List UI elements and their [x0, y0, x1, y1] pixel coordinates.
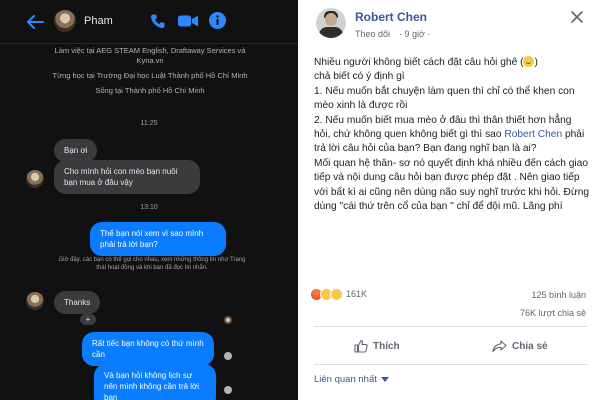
profile-location: Sống tại Thành phố Hồ Chí Minh	[95, 86, 205, 95]
message-sent[interactable]: Và bạn hỏi không lịch sự nên mình không …	[94, 364, 216, 400]
reaction-count[interactable]: 161K	[346, 289, 367, 299]
sender-avatar	[26, 170, 44, 188]
message-received[interactable]: Thanks	[54, 291, 101, 314]
comments-count-link[interactable]: 125 bình luận	[502, 290, 586, 300]
phone-call-icon[interactable]	[150, 13, 166, 29]
share-label: Chia sẻ	[512, 340, 548, 352]
info-icon[interactable]	[209, 12, 226, 29]
author-mention-link[interactable]: Robert Chen	[504, 129, 562, 140]
smile-emoji-icon	[523, 56, 535, 67]
post-text-line: chả biết có ý định gì	[314, 71, 405, 83]
caret-down-icon	[380, 377, 389, 382]
post-text-line: 2. Nếu muốn biết mua mèo ở đâu thì thân …	[314, 114, 585, 155]
seen-avatar-icon	[224, 316, 232, 324]
facebook-post: Robert Chen Theo dõi · 9 giờ · Nhiều ngư…	[302, 0, 600, 400]
timestamp: 13:10	[140, 204, 158, 211]
wow-reaction-icon	[330, 288, 343, 301]
message-sent[interactable]: Rất tiếc bạn không có thứ mình cần	[82, 332, 214, 366]
delivered-check-icon	[224, 386, 232, 394]
system-notice: Giờ đây, các bạn có thể gọi cho nhau, xe…	[58, 257, 246, 271]
shares-count-link[interactable]: 76K lượt chia sẻ	[492, 308, 586, 318]
like-label: Thích	[373, 340, 400, 352]
share-button[interactable]: Chia sẻ	[492, 334, 548, 358]
post-text-line: Nhiều người không biết cách đặt câu hỏi …	[314, 56, 538, 68]
messenger-conversation: Pham Làm việc tại AEG STEAM English, Dra…	[0, 0, 298, 400]
delivered-check-icon	[224, 352, 232, 360]
post-time: · 9 giờ ·	[399, 29, 431, 39]
add-reaction-badge[interactable]: +	[80, 314, 96, 325]
sender-avatar	[26, 292, 44, 310]
contact-name[interactable]: Pham	[84, 15, 113, 27]
profile-education: Từng học tại Trường Đại học Luật Thành p…	[52, 71, 248, 80]
contact-avatar[interactable]	[54, 10, 76, 32]
author-name[interactable]: Robert Chen	[355, 10, 427, 24]
post-text-line: 1. Nếu muốn bắt chuyện làm quen thì chỉ …	[314, 85, 575, 112]
divider	[314, 326, 588, 327]
message-received[interactable]: Bạn ơi	[54, 139, 98, 162]
message-received[interactable]: Cho mình hỏi con mèo bạn nuôi bạn mua ở …	[54, 160, 200, 194]
video-call-icon[interactable]	[178, 14, 198, 28]
follow-link[interactable]: Theo dõi	[355, 29, 390, 39]
comment-sort-dropdown[interactable]: Liên quan nhất	[314, 374, 389, 385]
like-icon	[354, 339, 368, 353]
message-sent[interactable]: Thế bạn nói xem vì sao mình phải trả lời…	[90, 222, 226, 256]
divider	[314, 364, 588, 365]
close-icon[interactable]	[570, 10, 584, 24]
timestamp: 11:25	[140, 120, 158, 127]
back-arrow-icon[interactable]	[26, 14, 44, 30]
share-icon	[492, 339, 507, 352]
contact-profile-info: Làm việc tại AEG STEAM English, Draftawa…	[50, 46, 250, 101]
post-text-line: Mối quan hệ thân- sơ nó quyết định khá n…	[314, 157, 590, 213]
conversation-header: Pham	[0, 0, 298, 44]
author-avatar[interactable]	[316, 8, 346, 38]
profile-work: Làm việc tại AEG STEAM English, Draftawa…	[54, 46, 246, 65]
comment-sort-label: Liên quan nhất	[314, 374, 377, 385]
post-body: Nhiều người không biết cách đặt câu hỏi …	[314, 56, 590, 214]
like-button[interactable]: Thích	[354, 334, 400, 358]
